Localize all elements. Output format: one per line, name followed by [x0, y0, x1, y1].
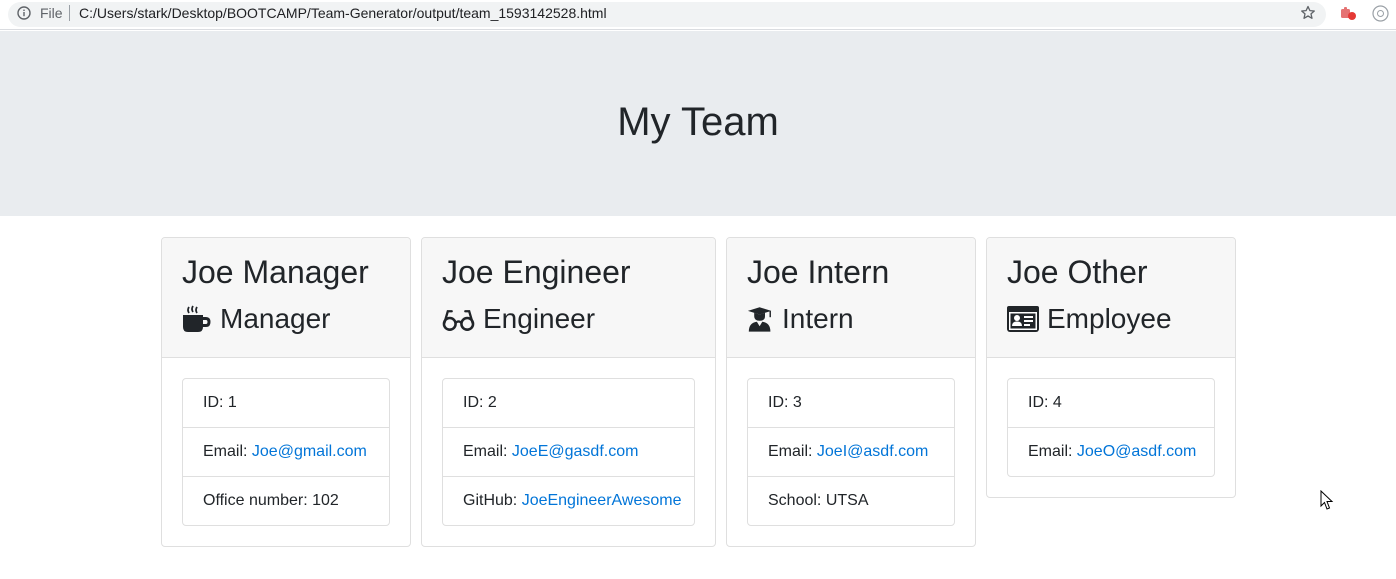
employee-role: Employee: [1007, 301, 1172, 337]
star-icon[interactable]: [1300, 5, 1316, 21]
extension-icon[interactable]: [1340, 6, 1358, 22]
card-header: Joe Manager Manager: [162, 238, 410, 358]
glasses-icon: [442, 310, 475, 331]
employee-role: Intern: [747, 301, 854, 337]
email-item: Email: Joe@gmail.com: [183, 428, 389, 477]
profile-icon[interactable]: [1372, 5, 1389, 22]
email-item: Email: JoeI@asdf.com: [748, 428, 954, 477]
graduate-icon: [747, 307, 772, 332]
email-link[interactable]: JoeE@gasdf.com: [512, 443, 639, 460]
email-link[interactable]: JoeI@asdf.com: [817, 443, 928, 460]
role-label: Employee: [1047, 303, 1172, 334]
github-item: GitHub: JoeEngineerAwesome: [443, 477, 694, 525]
employee-name: Joe Manager: [182, 254, 369, 290]
office-number-item: Office number: 102: [203, 492, 339, 509]
address-divider: [69, 5, 70, 21]
page-title: My Team: [617, 100, 779, 144]
email-link[interactable]: JoeO@asdf.com: [1077, 443, 1196, 460]
details-list: ID: 3 Email: JoeI@asdf.com School: UTSA: [747, 378, 955, 526]
email-label: Email:: [1028, 443, 1077, 460]
details-list: ID: 2 Email: JoeE@gasdf.com GitHub: JoeE…: [442, 378, 695, 526]
info-icon[interactable]: [17, 6, 31, 20]
employee-card-intern: Joe Intern Intern ID: 3 Email: JoeI@asdf…: [726, 237, 976, 547]
email-item: Email: JoeO@asdf.com: [1008, 428, 1214, 476]
employee-role: Manager: [182, 301, 331, 337]
coffee-mug-icon: [183, 305, 211, 332]
id-item: ID: 1: [183, 379, 389, 428]
url-text[interactable]: C:/Users/stark/Desktop/BOOTCAMP/Team-Gen…: [79, 5, 607, 21]
mouse-cursor-icon: [1320, 490, 1334, 510]
school-item: School: UTSA: [768, 492, 869, 509]
employee-card-employee: Joe Other Employee ID: 4 Email: JoeO@asd…: [986, 237, 1236, 498]
role-label: Engineer: [483, 303, 596, 334]
id-card-icon: [1007, 306, 1039, 332]
github-link[interactable]: JoeEngineerAwesome: [522, 492, 682, 509]
employee-name: Joe Other: [1007, 254, 1148, 290]
card-header: Joe Other Employee: [987, 238, 1235, 358]
role-label: Manager: [220, 303, 331, 334]
employee-card-manager: Joe Manager Manager ID: 1 Email: Joe@gma…: [161, 237, 411, 547]
role-label: Intern: [782, 303, 854, 334]
details-list: ID: 4 Email: JoeO@asdf.com: [1007, 378, 1215, 477]
id-item: ID: 4: [1008, 379, 1214, 428]
employee-card-engineer: Joe Engineer Engineer ID: 2 Email: JoeE@…: [421, 237, 716, 547]
employee-name: Joe Engineer: [442, 254, 631, 290]
id-item: ID: 3: [748, 379, 954, 428]
details-list: ID: 1 Email: Joe@gmail.com Office number…: [182, 378, 390, 526]
browser-toolbar: File C:/Users/stark/Desktop/BOOTCAMP/Tea…: [0, 0, 1396, 30]
email-label: Email:: [463, 443, 512, 460]
email-link[interactable]: Joe@gmail.com: [252, 443, 367, 460]
employee-role: Engineer: [442, 301, 595, 337]
card-header: Joe Engineer Engineer: [422, 238, 715, 358]
email-label: Email:: [768, 443, 817, 460]
id-item: ID: 2: [443, 379, 694, 428]
employee-name: Joe Intern: [747, 254, 890, 290]
card-header: Joe Intern Intern: [727, 238, 975, 358]
email-label: Email:: [203, 443, 252, 460]
file-scheme-label: File: [40, 5, 63, 21]
github-label: GitHub:: [463, 492, 522, 509]
email-item: Email: JoeE@gasdf.com: [443, 428, 694, 477]
